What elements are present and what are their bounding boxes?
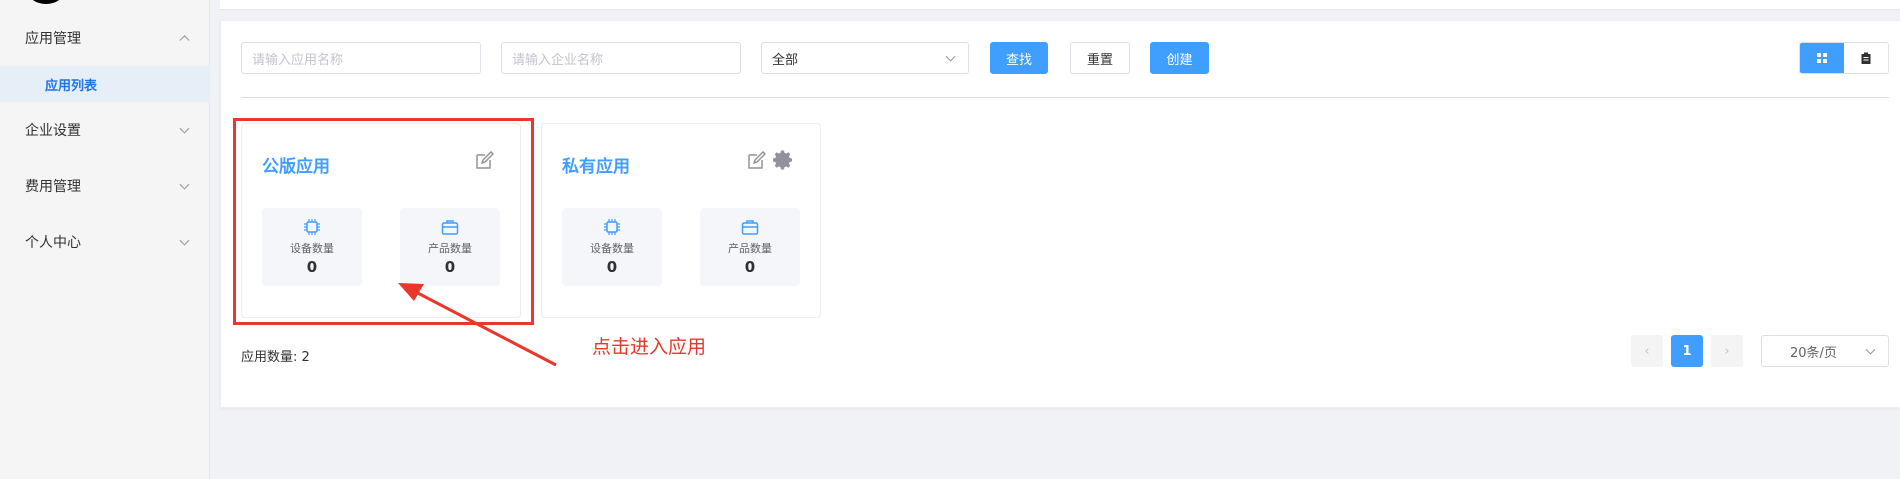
menu-billing[interactable]: 费用管理 xyxy=(0,158,210,214)
gear-icon[interactable] xyxy=(771,148,795,172)
app-card-public[interactable]: 公版应用 设备数量 0 产品数量 0 xyxy=(241,123,521,318)
chevron-down-icon xyxy=(179,123,190,134)
header-strip xyxy=(220,0,1900,10)
menu-label: 个人中心 xyxy=(25,235,81,251)
product-count-stat: 产品数量 0 xyxy=(400,208,500,286)
chevron-down-icon xyxy=(1865,344,1876,355)
stat-label: 设备数量 xyxy=(290,242,334,255)
clipboard-icon xyxy=(1861,52,1871,64)
edit-icon[interactable] xyxy=(746,151,766,171)
device-count-stat: 设备数量 0 xyxy=(562,208,662,286)
briefcase-icon xyxy=(741,220,759,235)
reset-button[interactable]: 重置 xyxy=(1070,42,1130,74)
chevron-down-icon xyxy=(179,235,190,246)
company-name-placeholder: 请输入企业名称 xyxy=(512,52,604,68)
stat-value: 0 xyxy=(306,258,318,276)
device-count-stat: 设备数量 0 xyxy=(262,208,362,286)
card-title: 私有应用 xyxy=(562,157,630,177)
stat-value: 0 xyxy=(606,258,618,276)
app-count-text: 应用数量: 2 xyxy=(241,350,310,365)
chevron-right-icon: › xyxy=(1724,343,1730,359)
menu-label: 费用管理 xyxy=(25,179,81,195)
product-count-stat: 产品数量 0 xyxy=(700,208,800,286)
grid-view-button[interactable] xyxy=(1800,43,1844,73)
app-name-input[interactable]: 请输入应用名称 xyxy=(241,42,481,74)
page-size-select[interactable]: 20条/页 xyxy=(1761,335,1889,367)
list-view-button[interactable] xyxy=(1844,43,1888,73)
select-value: 全部 xyxy=(772,52,799,68)
company-name-input[interactable]: 请输入企业名称 xyxy=(501,42,741,74)
chevron-down-icon xyxy=(179,179,190,190)
page-number-button[interactable]: 1 xyxy=(1671,335,1703,367)
create-label: 创建 xyxy=(1166,52,1193,68)
page-size-value: 20条/页 xyxy=(1790,345,1837,361)
sidebar: 应用管理 应用列表 企业设置 费用管理 个人中心 xyxy=(0,0,210,479)
chevron-left-icon: ‹ xyxy=(1644,343,1650,359)
submenu-app-list[interactable]: 应用列表 xyxy=(0,66,210,102)
menu-company-settings[interactable]: 企业设置 xyxy=(0,102,210,158)
toolbar-divider xyxy=(241,97,1889,98)
stat-value: 0 xyxy=(744,258,756,276)
stat-label: 产品数量 xyxy=(728,242,772,255)
chevron-up-icon xyxy=(179,35,190,46)
view-toggle xyxy=(1799,42,1889,74)
prev-page-button[interactable]: ‹ xyxy=(1631,335,1663,367)
stat-label: 产品数量 xyxy=(428,242,472,255)
type-select[interactable]: 全部 xyxy=(761,42,969,74)
chip-icon xyxy=(604,219,620,235)
grid-icon xyxy=(1817,53,1827,63)
chevron-down-icon xyxy=(945,51,956,62)
app-name-placeholder: 请输入应用名称 xyxy=(252,52,344,68)
create-button[interactable]: 创建 xyxy=(1150,42,1209,74)
menu-personal-center[interactable]: 个人中心 xyxy=(0,214,210,270)
stat-value: 0 xyxy=(444,258,456,276)
menu-label: 企业设置 xyxy=(25,123,81,139)
search-button[interactable]: 查找 xyxy=(990,42,1048,74)
annotation-text: 点击进入应用 xyxy=(592,336,707,358)
menu-app-management[interactable]: 应用管理 xyxy=(0,10,210,66)
edit-icon[interactable] xyxy=(474,151,494,171)
menu-label: 应用管理 xyxy=(25,31,81,47)
app-card-private[interactable]: 私有应用 设备数量 0 产品数量 0 xyxy=(541,123,821,318)
app-list-panel: 请输入应用名称 请输入企业名称 全部 查找 重置 创建 公版应用 设备数量 0 xyxy=(220,20,1900,408)
chip-icon xyxy=(304,219,320,235)
logo xyxy=(28,0,64,4)
reset-label: 重置 xyxy=(1086,52,1113,68)
card-title: 公版应用 xyxy=(262,157,330,177)
stat-label: 设备数量 xyxy=(590,242,634,255)
submenu-label: 应用列表 xyxy=(45,78,98,94)
briefcase-icon xyxy=(441,220,459,235)
page-number: 1 xyxy=(1682,343,1692,359)
search-label: 查找 xyxy=(1005,52,1032,68)
next-page-button[interactable]: › xyxy=(1711,335,1743,367)
